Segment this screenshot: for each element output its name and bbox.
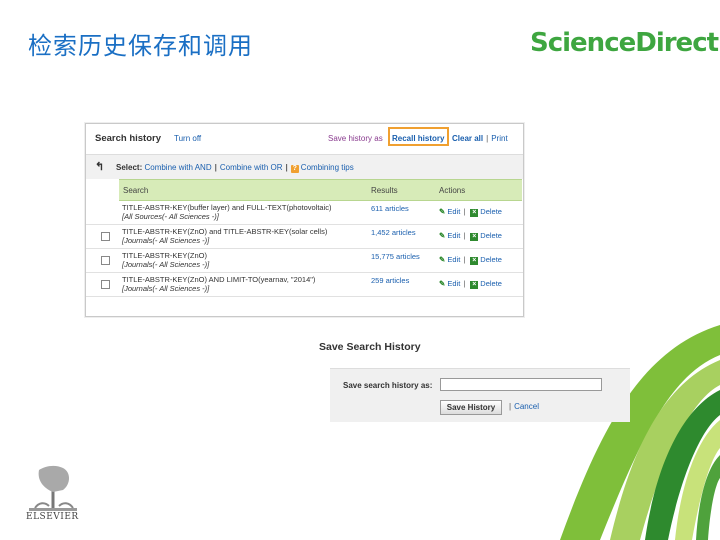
delete-icon: × <box>470 281 479 289</box>
column-header-actions: Actions <box>439 186 466 195</box>
edit-icon: ✎ <box>439 231 446 240</box>
row-checkbox[interactable] <box>101 280 110 289</box>
row-actions: ✎ Edit | × Delete <box>439 255 502 265</box>
panel-header: Search history Turn off Save history as … <box>86 124 523 155</box>
select-row: Select: Combine with AND | Combine with OR… <box>116 163 354 173</box>
select-arrow-icon: ↰ <box>95 161 105 173</box>
results-link[interactable]: 15,775 articles <box>371 252 420 261</box>
query-scope: [Journals(- All Sciences -)] <box>122 260 210 269</box>
save-history-dialog: Save search history as: Save History | Ca… <box>330 368 630 422</box>
search-query: TITLE-ABSTR-KEY(buffer layer) and FULL-T… <box>122 203 362 221</box>
row-actions: ✎ Edit | × Delete <box>439 207 502 217</box>
query-text: TITLE-ABSTR-KEY(buffer layer) and FULL-T… <box>122 203 332 212</box>
row-checkbox[interactable] <box>101 256 110 265</box>
save-history-button[interactable]: Save History <box>440 400 502 415</box>
search-history-panel: Search history Turn off Save history as … <box>85 123 524 317</box>
delete-icon: × <box>470 209 479 217</box>
table-header: Search Results Actions <box>119 179 522 201</box>
search-query: TITLE-ABSTR-KEY(ZnO) and TITLE-ABSTR-KEY… <box>122 227 362 245</box>
delete-icon: × <box>470 257 479 265</box>
delete-link[interactable]: Delete <box>480 279 502 288</box>
cancel-group: | Cancel <box>509 402 539 411</box>
clear-all-link[interactable]: Clear all <box>452 134 483 143</box>
delete-link[interactable]: Delete <box>480 255 502 264</box>
edit-icon: ✎ <box>439 279 446 288</box>
results-link[interactable]: 1,452 articles <box>371 228 416 237</box>
turn-off-link[interactable]: Turn off <box>174 134 201 143</box>
table-row: TITLE-ABSTR-KEY(ZnO) and TITLE-ABSTR-KEY… <box>86 224 523 249</box>
search-query: TITLE-ABSTR-KEY(ZnO) AND LIMIT-TO(yearna… <box>122 275 362 293</box>
help-icon: ? <box>290 165 299 173</box>
panel-title: Search history <box>95 133 161 144</box>
cancel-link[interactable]: Cancel <box>514 402 539 411</box>
edit-link[interactable]: Edit <box>447 207 460 216</box>
save-history-as-link[interactable]: Save history as <box>328 134 383 143</box>
column-header-results: Results <box>371 186 398 195</box>
recall-history-link[interactable]: Recall history <box>392 134 444 143</box>
delete-icon: × <box>470 233 479 241</box>
query-scope: [All Sources(- All Sciences -)] <box>122 212 219 221</box>
query-text: TITLE-ABSTR-KEY(ZnO) AND LIMIT-TO(yearna… <box>122 275 316 284</box>
results-link[interactable]: 259 articles <box>371 276 409 285</box>
query-text: TITLE-ABSTR-KEY(ZnO) <box>122 251 208 260</box>
row-actions: ✎ Edit | × Delete <box>439 231 502 241</box>
edit-link[interactable]: Edit <box>447 231 460 240</box>
edit-icon: ✎ <box>439 255 446 264</box>
print-link[interactable]: Print <box>491 134 507 143</box>
save-history-name-input[interactable] <box>440 378 602 391</box>
clear-print-group: Clear all | Print <box>452 134 508 143</box>
edit-link[interactable]: Edit <box>447 255 460 264</box>
save-history-label: Save search history as: <box>343 381 433 390</box>
combining-tips-link[interactable]: Combining tips <box>301 163 354 172</box>
select-bar: ↰ Select: Combine with AND | Combine with … <box>86 155 523 179</box>
row-actions: ✎ Edit | × Delete <box>439 279 502 289</box>
save-dialog-title: Save Search History <box>319 341 421 353</box>
query-scope: [Journals(- All Sciences -)] <box>122 284 210 293</box>
elsevier-wordmark: ELSEVIER <box>26 512 79 522</box>
combine-or-link[interactable]: Combine with OR <box>220 163 283 172</box>
row-checkbox[interactable] <box>101 232 110 241</box>
query-scope: [Journals(- All Sciences -)] <box>122 236 210 245</box>
search-query: TITLE-ABSTR-KEY(ZnO) [Journals(- All Sci… <box>122 251 362 269</box>
column-header-search: Search <box>123 186 149 195</box>
delete-link[interactable]: Delete <box>480 207 502 216</box>
table-row: TITLE-ABSTR-KEY(buffer layer) and FULL-T… <box>86 200 523 225</box>
slide-title: 检索历史保存和调用 <box>28 32 253 60</box>
query-text: TITLE-ABSTR-KEY(ZnO) and TITLE-ABSTR-KEY… <box>122 227 328 236</box>
edit-link[interactable]: Edit <box>447 279 460 288</box>
delete-link[interactable]: Delete <box>480 231 502 240</box>
sciencedirect-logo: ScienceDirect <box>530 28 719 58</box>
history-actions: Save history as <box>328 134 383 143</box>
table-row: TITLE-ABSTR-KEY(ZnO) AND LIMIT-TO(yearna… <box>86 272 523 297</box>
combine-and-link[interactable]: Combine with AND <box>144 163 211 172</box>
edit-icon: ✎ <box>439 207 446 216</box>
select-label: Select: <box>116 163 143 172</box>
table-row: TITLE-ABSTR-KEY(ZnO) [Journals(- All Sci… <box>86 248 523 273</box>
results-link[interactable]: 611 articles <box>371 204 409 213</box>
